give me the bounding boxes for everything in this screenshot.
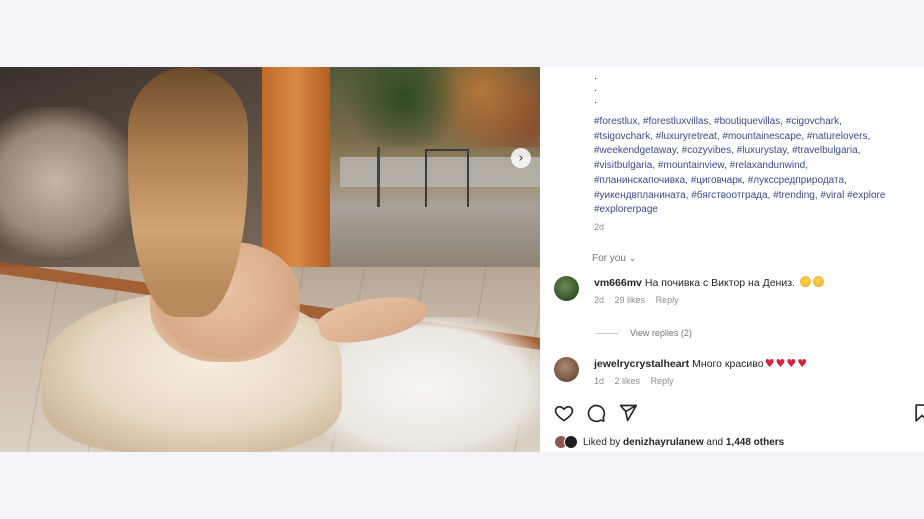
view-replies-button[interactable]: View replies (2) — [596, 328, 692, 338]
bookmark-icon[interactable] — [912, 403, 924, 425]
view-replies-label: View replies (2) — [630, 328, 692, 338]
hashtag-line[interactable]: #forestlux, #forestluxvillas, #boutiquev… — [594, 115, 924, 130]
next-arrow-icon[interactable]: › — [511, 148, 531, 168]
comment-icon[interactable] — [586, 403, 608, 425]
liked-by-others[interactable]: 1,448 others — [726, 437, 784, 448]
reply-button[interactable]: Reply — [656, 295, 679, 305]
comment-meta: 2d 29 likes Reply — [594, 295, 914, 305]
comment-age: 1d — [594, 376, 605, 386]
caption-hashtags[interactable]: #forestlux, #forestluxvillas, #boutiquev… — [594, 115, 924, 218]
hashtag-line[interactable]: #explorerpage — [594, 203, 924, 218]
post-details-panel: . . . #forestlux, #forestluxvillas, #bou… — [540, 67, 924, 452]
for-you-dropdown[interactable]: For you ⌄ — [592, 253, 636, 264]
comment-likes[interactable]: 29 likes — [615, 295, 646, 305]
liked-by-prefix: Liked by — [583, 436, 621, 448]
post-viewer: › . . . #forestlux, #forestluxvillas, #b… — [0, 67, 924, 452]
post-age: 2d — [594, 222, 605, 232]
likes-summary[interactable]: Liked by denizhayrulanew and 1,448 other… — [554, 435, 784, 449]
caption-dots: . . . — [594, 71, 597, 107]
caption-dot: . — [594, 83, 597, 94]
image-fence-post — [377, 147, 380, 207]
liked-by-connector: and — [706, 436, 724, 448]
image-reflection — [0, 107, 140, 257]
likes-text: Liked by denizhayrulanew and 1,448 other… — [583, 437, 784, 448]
comment-likes[interactable]: 2 likes — [615, 376, 641, 386]
chevron-down-icon: ⌄ — [628, 254, 637, 264]
comment-age: 2d — [594, 295, 605, 305]
comment-text-line: jewelrycrystalheart Много красиво♥♥♥♥ — [594, 357, 914, 371]
caption-dot: . — [594, 95, 597, 106]
comment-text-line: vm666mv На почивка с Виктор на Дениз. — [594, 276, 914, 290]
red-heart-emoji-icon: ♥ — [775, 357, 786, 370]
heart-icon[interactable] — [554, 403, 576, 425]
comment-username[interactable]: jewelrycrystalheart — [594, 358, 689, 370]
reply-button[interactable]: Reply — [651, 376, 674, 386]
replies-divider — [596, 332, 618, 334]
red-heart-emoji-icon: ♥ — [786, 357, 797, 370]
red-heart-emoji-icon: ♥ — [797, 357, 808, 370]
comment-meta: 1d 2 likes Reply — [594, 376, 914, 386]
avatar[interactable] — [554, 276, 579, 301]
image-hair — [128, 67, 248, 317]
hashtag-line[interactable]: #visitbulgaria, #mountainview, #relaxand… — [594, 159, 924, 174]
image-gate — [425, 149, 469, 207]
avatar[interactable] — [554, 357, 579, 382]
grimace-emoji-icon — [812, 276, 824, 287]
caption-dot: . — [594, 71, 597, 82]
image-trees — [345, 67, 540, 147]
for-you-label: For you — [592, 253, 626, 264]
post-image[interactable]: › — [0, 67, 540, 452]
avatar — [564, 435, 578, 449]
red-heart-emoji-icon: ♥ — [764, 357, 775, 370]
hashtag-line[interactable]: #планинскапочивка, #циговчарк, #лукссред… — [594, 174, 924, 189]
comment-username[interactable]: vm666mv — [594, 277, 642, 289]
comment-body: vm666mv На почивка с Виктор на Дениз. 2d … — [594, 276, 914, 305]
hashtag-line[interactable]: #weekendgetaway, #cozyvibes, #luxurystay… — [594, 144, 924, 159]
image-wood-pillar — [262, 67, 330, 282]
share-icon[interactable] — [618, 403, 640, 425]
hashtag-line[interactable]: #уикендвпланината, #бягствоотградa, #tre… — [594, 189, 924, 204]
comment-text: На почивка с Виктор на Дениз. — [644, 277, 795, 289]
surprised-emoji-icon — [799, 276, 811, 287]
action-bar — [554, 403, 924, 425]
hashtag-line[interactable]: #tsigovchark, #luxuryretreat, #mountaine… — [594, 130, 924, 145]
comment-text: Много красиво — [692, 358, 764, 370]
liked-by-user[interactable]: denizhayrulanew — [623, 437, 704, 448]
comment-body: jewelrycrystalheart Много красиво♥♥♥♥ 1d … — [594, 357, 914, 386]
